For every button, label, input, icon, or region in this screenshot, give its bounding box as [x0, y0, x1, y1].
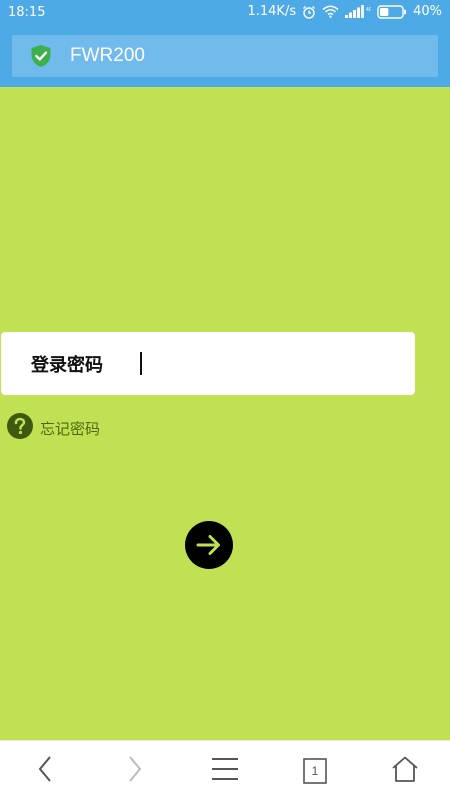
status-right: 1.14K/s 4G 40% [247, 4, 442, 19]
signal-icon: 4G [345, 5, 371, 18]
network-type-label: 4G [366, 7, 371, 13]
login-submit-button[interactable] [185, 521, 233, 569]
back-button[interactable] [0, 741, 90, 800]
arrow-right-icon [185, 521, 233, 573]
password-input[interactable] [137, 348, 387, 378]
question-circle-icon [6, 412, 34, 444]
wifi-icon [322, 5, 339, 18]
tabs-icon: 1 [303, 758, 327, 784]
shield-check-icon [30, 44, 52, 72]
battery-percent: 40% [413, 4, 442, 19]
text-caret [140, 352, 142, 375]
home-icon [391, 756, 419, 786]
alarm-icon [302, 5, 316, 19]
bottom-navigation: 1 [0, 740, 450, 800]
forgot-password-text: 忘记密码 [40, 419, 101, 438]
tabs-button[interactable]: 1 [270, 741, 360, 800]
address-bar[interactable]: FWR200 [12, 35, 438, 77]
screen: 18:15 1.14K/s 4G 40% FWR200 登录密码 忘记密码 1 [0, 0, 450, 800]
status-time: 18:15 [8, 5, 46, 20]
password-field[interactable]: 登录密码 [1, 332, 415, 395]
address-text: FWR200 [70, 45, 145, 66]
back-icon [37, 755, 53, 787]
tab-count: 1 [311, 764, 319, 778]
forward-button[interactable] [90, 741, 180, 800]
password-label: 登录密码 [31, 355, 103, 376]
menu-button[interactable] [180, 741, 270, 800]
browser-toolbar: FWR200 [0, 25, 450, 87]
network-speed: 1.14K/s [247, 4, 297, 19]
menu-icon [211, 757, 239, 785]
battery-icon [377, 4, 407, 19]
home-button[interactable] [360, 741, 450, 800]
forgot-password-link[interactable]: 忘记密码 [6, 412, 100, 444]
forward-icon [127, 755, 143, 787]
status-bar: 18:15 1.14K/s 4G 40% [0, 0, 450, 25]
